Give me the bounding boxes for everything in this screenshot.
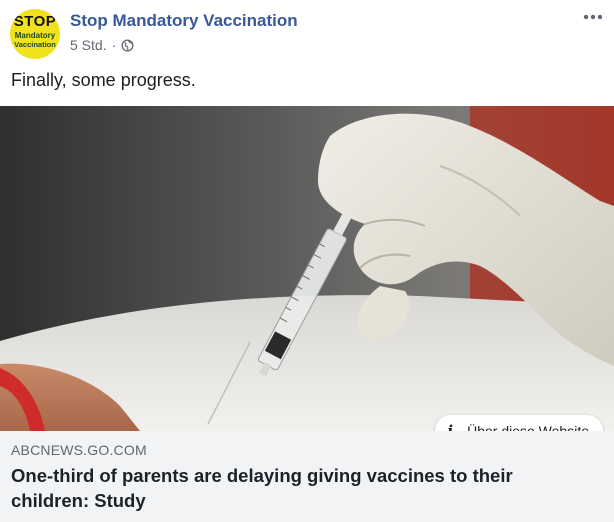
post-text: Finally, some progress. [11, 70, 196, 90]
avatar-line-3: Vaccination [14, 40, 56, 49]
link-preview-image[interactable] [0, 106, 614, 431]
avatar-line-2: Mandatory [14, 31, 56, 40]
feed-post: STOP Mandatory Vaccination Stop Mandator… [0, 0, 614, 522]
link-preview-caption[interactable]: ABCNEWS.GO.COM One-third of parents are … [0, 431, 614, 522]
post-author-link[interactable]: Stop Mandatory Vaccination [70, 11, 298, 31]
link-domain: ABCNEWS.GO.COM [11, 442, 147, 458]
globe-icon[interactable] [121, 38, 134, 52]
link-headline[interactable]: One-third of parents are delaying giving… [11, 463, 591, 513]
meta-separator: · [111, 37, 117, 53]
page-avatar[interactable]: STOP Mandatory Vaccination [10, 9, 60, 59]
post-meta: 5 Std. · [70, 36, 134, 54]
post-timestamp[interactable]: 5 Std. [70, 36, 107, 54]
syringe-photo [0, 106, 614, 431]
more-options-icon[interactable] [582, 6, 604, 28]
avatar-stop-text: STOP [13, 13, 57, 30]
